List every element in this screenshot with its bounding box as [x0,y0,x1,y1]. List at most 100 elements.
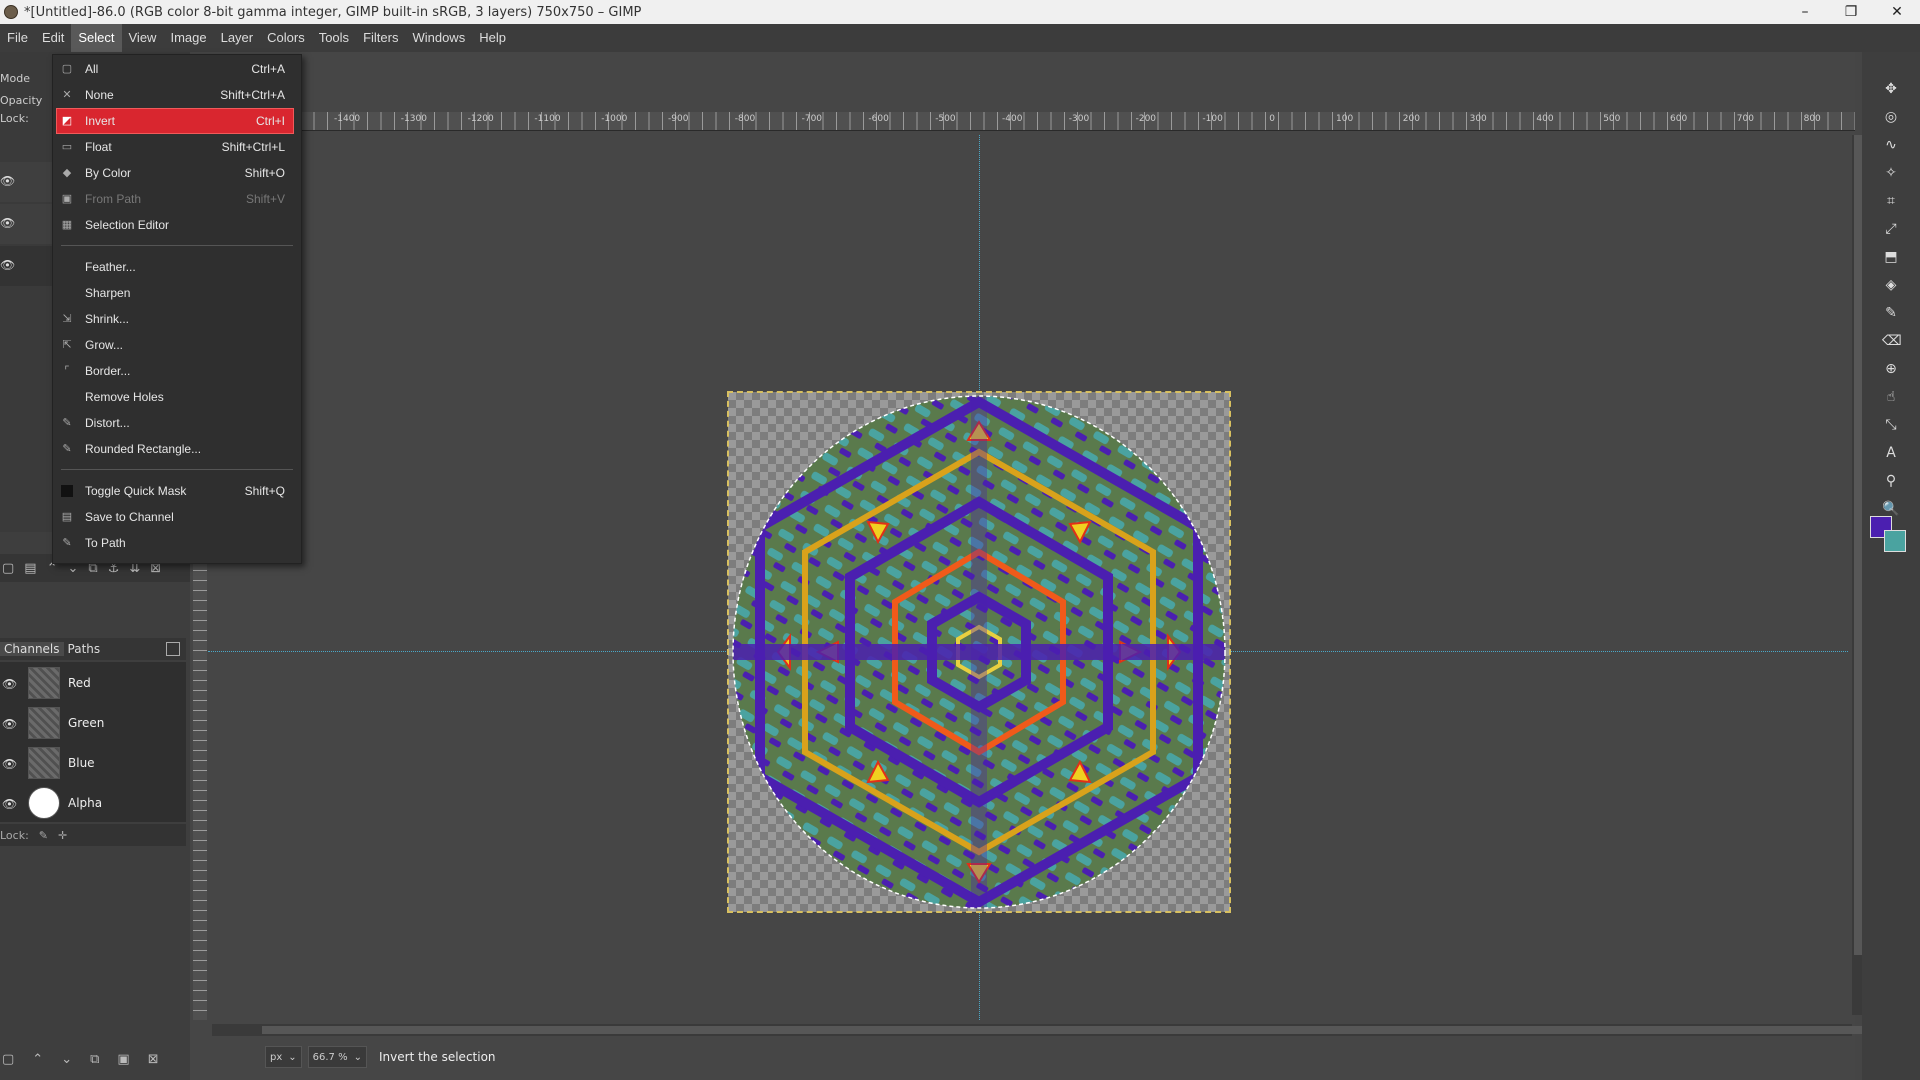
menu-item-toggle-quick-mask[interactable]: Toggle Quick Mask Shift+Q [53,479,293,503]
vertical-scroll-thumb[interactable] [1854,135,1862,955]
duplicate-channel-icon[interactable]: ⧉ [90,1052,99,1067]
menu-file[interactable]: File [0,24,35,52]
from-path-icon: ▣ [61,193,73,205]
ruler-tick-label: -1200 [467,114,494,124]
menu-edit[interactable]: Edit [35,24,71,52]
menu-windows[interactable]: Windows [405,24,472,52]
transform-tool-icon[interactable]: ⤢ [1882,220,1900,238]
tab-paths[interactable]: Paths [64,642,105,656]
menu-item-none[interactable]: ✕ None Shift+Ctrl+A [53,83,293,107]
visibility-eye-icon[interactable]: 👁 [0,258,18,272]
ruler-tick-label: -500 [935,114,956,124]
move-tool-icon[interactable]: ✥ [1882,80,1900,98]
menu-item-grow[interactable]: ⇱ Grow... [53,333,293,357]
image-canvas[interactable] [727,391,1231,913]
close-button[interactable]: ✕ [1874,0,1920,24]
menu-item-all[interactable]: ▢ All Ctrl+A [53,57,293,81]
menu-filters[interactable]: Filters [356,24,405,52]
channel-row-green[interactable]: 👁 Green [0,704,186,742]
menu-item-to-path[interactable]: ✎ To Path [53,531,293,555]
menu-item-rounded-rectangle[interactable]: ✎ Rounded Rectangle... [53,437,293,461]
horizontal-scrollbar[interactable] [212,1024,1862,1036]
restore-button[interactable]: ❐ [1828,0,1874,24]
to-path-icon: ✎ [62,537,72,549]
paintbrush-icon[interactable]: ✎ [1882,304,1900,322]
channel-row-blue[interactable]: 👁 Blue [0,744,186,782]
status-bar: px ⌄ 66.7 % ⌄ Invert the selection [265,1046,1845,1068]
channel-toolbar: ▢ ⌃ ⌄ ⧉ ▣ ⊠ [0,1046,188,1072]
menu-help[interactable]: Help [472,24,513,52]
menu-item-float[interactable]: ▭ Float Shift+Ctrl+L [53,135,293,159]
text-tool-icon[interactable]: A [1882,444,1900,462]
menu-item-sharpen[interactable]: Sharpen [53,281,293,305]
new-channel-icon[interactable]: ▢ [2,1052,14,1067]
eraser-icon[interactable]: ⌫ [1882,332,1902,350]
menu-item-selection-editor[interactable]: ▦ Selection Editor [53,213,293,237]
visibility-eye-icon[interactable]: 👁 [0,216,18,230]
layer-group-icon[interactable]: ▤ [24,561,36,576]
warp-tool-icon[interactable]: ⬒ [1882,248,1900,266]
horizontal-scroll-thumb[interactable] [262,1026,1862,1034]
menu-item-shrink[interactable]: ⇲ Shrink... [53,307,293,331]
clone-tool-icon[interactable]: ⊕ [1882,360,1900,378]
ruler-tick-label: -800 [734,114,756,124]
vertical-ruler[interactable] [193,560,207,1020]
menu-tools[interactable]: Tools [312,24,356,52]
channel-row-red[interactable]: 👁 Red [0,664,186,702]
channel-row-alpha[interactable]: 👁 Alpha [0,784,186,822]
distort-icon: ✎ [62,417,72,429]
menu-item-shortcut: Shift+O [244,166,285,180]
crop-tool-icon[interactable]: ⌗ [1882,192,1900,210]
menu-item-remove-holes[interactable]: Remove Holes [53,385,293,409]
channel-to-selection-icon[interactable]: ▣ [117,1052,129,1067]
menu-layer[interactable]: Layer [214,24,261,52]
menu-item-by-color[interactable]: ◆ By Color Shift+O [53,161,293,185]
menu-view[interactable]: View [122,24,164,52]
menu-item-label: Selection Editor [85,218,170,232]
visibility-eye-icon[interactable]: 👁 [0,174,18,188]
ellipse-select-icon[interactable]: ◎ [1882,108,1900,126]
channel-list: 👁 Red 👁 Green 👁 Blue 👁 Alpha [0,662,186,822]
new-layer-icon[interactable]: ▢ [2,561,14,576]
lock-label: Lock: [0,112,29,125]
opacity-label: Opacity [0,94,43,107]
unit-select[interactable]: px ⌄ [265,1046,302,1068]
visibility-eye-icon[interactable]: 👁 [2,717,22,731]
visibility-eye-icon[interactable]: 👁 [2,757,22,771]
paths-tool-icon[interactable]: ⤡ [1882,416,1900,434]
minimize-button[interactable]: – [1782,0,1828,24]
chevron-down-icon: ⌄ [353,1051,362,1063]
kaleidoscope-image [732,395,1226,909]
visibility-eye-icon[interactable]: 👁 [2,677,22,691]
menu-item-save-to-channel[interactable]: ▤ Save to Channel [53,505,293,529]
raise-channel-icon[interactable]: ⌃ [32,1052,43,1067]
visibility-eye-icon[interactable]: 👁 [2,797,22,811]
channel-thumbnail [28,707,60,739]
menu-item-label: Rounded Rectangle... [85,442,202,456]
save-channel-icon: ▤ [61,511,73,523]
lower-channel-icon[interactable]: ⌄ [61,1052,72,1067]
background-color-swatch[interactable] [1884,530,1906,552]
menu-item-feather[interactable]: Feather... [53,255,293,279]
lock-position-icon[interactable]: ✛ [58,829,67,842]
menu-item-from-path[interactable]: ▣ From Path Shift+V [53,187,293,211]
configure-tab-icon[interactable] [166,642,180,656]
smudge-tool-icon[interactable]: ☝ [1882,388,1900,406]
menu-image[interactable]: Image [163,24,213,52]
menu-separator [61,245,293,246]
fuzzy-select-icon[interactable]: ✧ [1882,164,1900,182]
zoom-select[interactable]: 66.7 % ⌄ [307,1046,367,1068]
lock-pixels-icon[interactable]: ✎ [39,829,48,842]
delete-channel-icon[interactable]: ⊠ [148,1052,159,1067]
color-picker-icon[interactable]: ⚲ [1882,472,1900,490]
channel-name: Red [68,676,91,690]
lasso-select-icon[interactable]: ∿ [1882,136,1900,154]
menu-select[interactable]: Select [71,24,122,52]
menu-item-border[interactable]: ⌜ Border... [53,359,293,383]
menu-item-distort[interactable]: ✎ Distort... [53,411,293,435]
bucket-fill-icon[interactable]: ◈ [1882,276,1900,294]
channel-thumbnail [28,787,60,819]
tab-channels[interactable]: Channels [0,642,64,656]
menu-colors[interactable]: Colors [260,24,312,52]
menu-item-invert[interactable]: ◩ Invert Ctrl+I [56,108,294,134]
